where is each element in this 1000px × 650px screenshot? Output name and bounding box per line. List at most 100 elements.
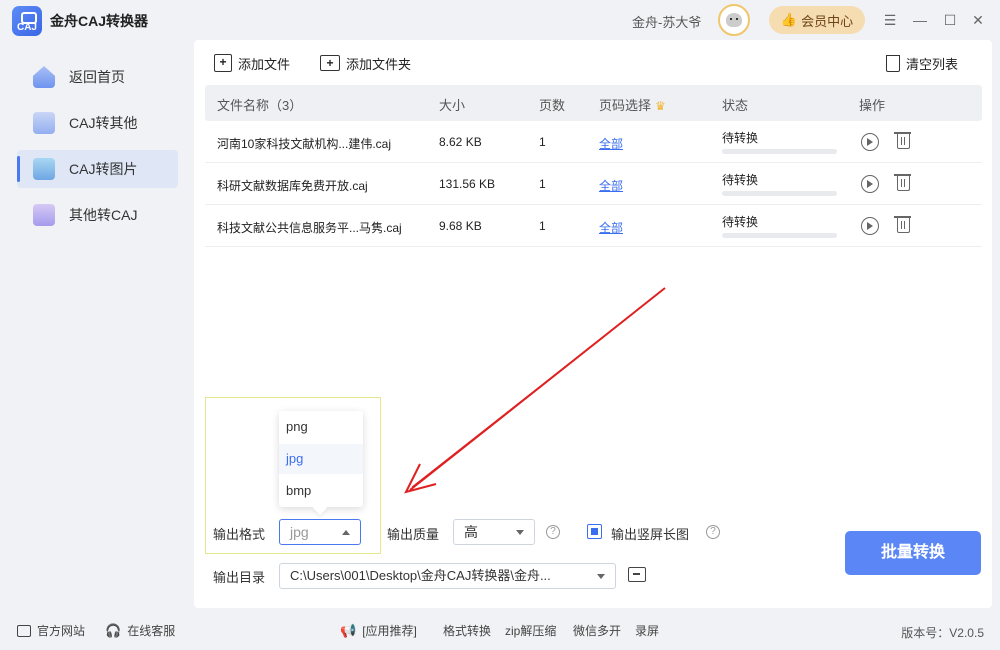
output-quality-value: 高	[464, 524, 478, 540]
long-image-label: 输出竖屏长图	[611, 527, 690, 542]
online-service-label: 在线客服	[127, 624, 176, 638]
footer-link-format[interactable]: 格式转换	[443, 622, 491, 639]
add-folder-label: 添加文件夹	[346, 56, 412, 72]
home-icon	[33, 66, 55, 88]
progress-bar	[722, 191, 837, 196]
sidebar-item-other-to-caj[interactable]: 其他转CAJ	[17, 196, 178, 234]
output-format-label: 输出格式	[213, 527, 266, 542]
caj-convert-icon	[33, 204, 55, 226]
page-select-label: 页码选择	[599, 98, 652, 113]
page-select-link[interactable]: 全部	[599, 135, 623, 152]
page-select-link[interactable]: 全部	[599, 219, 623, 236]
add-folder-button[interactable]: + 添加文件夹	[320, 52, 411, 74]
vip-center-label: 会员中心	[801, 13, 854, 29]
help-icon[interactable]: ?	[706, 525, 720, 539]
output-dir-label: 输出目录	[213, 570, 266, 585]
clear-list-label: 清空列表	[906, 56, 959, 72]
play-icon[interactable]	[861, 133, 879, 151]
username[interactable]: 金舟-苏大爷	[632, 12, 701, 31]
play-icon[interactable]	[861, 217, 879, 235]
minimize-icon[interactable]: —	[912, 12, 928, 28]
output-format-select[interactable]: jpg	[279, 519, 361, 545]
footer-link-zip[interactable]: zip解压缩	[505, 622, 556, 639]
col-pages: 页数	[539, 98, 566, 113]
maximize-icon[interactable]: ☐	[942, 12, 958, 28]
monitor-icon	[17, 624, 31, 637]
play-icon[interactable]	[861, 175, 879, 193]
file-size: 131.56 KB	[439, 177, 496, 191]
table-row: 科技文献公共信息服务平...马隽.caj 9.68 KB 1 全部 待转换	[205, 205, 982, 247]
output-quality-select[interactable]: 高	[453, 519, 535, 545]
file-size: 8.62 KB	[439, 135, 482, 149]
file-name: 科研文献数据库免费开放.caj	[217, 179, 368, 193]
sidebar-item-label: CAJ转图片	[69, 161, 138, 177]
file-size: 9.68 KB	[439, 219, 482, 233]
status-text: 待转换	[722, 215, 759, 229]
col-status: 状态	[722, 98, 749, 113]
online-service-link[interactable]: 🎧 在线客服	[105, 622, 175, 639]
col-actions: 操作	[859, 98, 886, 113]
file-name: 科技文献公共信息服务平...马隽.caj	[217, 221, 402, 235]
sidebar-item-caj-to-other[interactable]: CAJ转其他	[17, 104, 178, 142]
page-select-link[interactable]: 全部	[599, 177, 623, 194]
col-page-select: 页码选择 ♛	[599, 95, 666, 114]
sidebar-item-home[interactable]: 返回首页	[17, 58, 178, 96]
output-quality-label: 输出质量	[387, 527, 440, 542]
delete-icon[interactable]	[894, 132, 911, 149]
long-image-checkbox[interactable]	[587, 524, 602, 539]
crown-icon: ♛	[655, 99, 666, 113]
image-icon	[33, 158, 55, 180]
menu-icon[interactable]: ☰	[882, 12, 898, 28]
col-size: 大小	[439, 98, 466, 113]
delete-icon[interactable]	[894, 216, 911, 233]
add-folder-icon: +	[320, 55, 340, 71]
chevron-up-icon	[342, 530, 350, 535]
clear-list-button[interactable]: 清空列表	[886, 52, 958, 74]
sidebar-item-label: 返回首页	[69, 69, 125, 85]
table-row: 科研文献数据库免费开放.caj 131.56 KB 1 全部 待转换	[205, 163, 982, 205]
output-dir-select[interactable]: C:\Users\001\Desktop\金舟CAJ转换器\金舟...	[279, 563, 616, 589]
batch-convert-button[interactable]: 批量转换	[845, 531, 981, 575]
add-file-button[interactable]: + 添加文件	[214, 52, 290, 74]
page-count: 1	[539, 219, 546, 233]
open-folder-icon[interactable]	[628, 567, 646, 582]
status-text: 待转换	[722, 131, 759, 145]
footer: 官方网站 🎧 在线客服 📢 [应用推荐] 格式转换 zip解压缩 微信多开 录屏…	[0, 612, 1000, 650]
thumbs-up-icon: 👍	[780, 12, 798, 27]
official-site-link[interactable]: 官方网站	[17, 622, 85, 639]
close-icon[interactable]: ✕	[970, 12, 986, 28]
megaphone-icon: 📢	[340, 622, 357, 638]
format-option-jpg[interactable]: jpg	[279, 444, 363, 474]
footer-link-wechat[interactable]: 微信多开	[573, 622, 621, 639]
page-count: 1	[539, 135, 546, 149]
chevron-down-icon	[597, 574, 605, 579]
output-format-value: jpg	[290, 524, 309, 540]
format-dropdown: png jpg bmp	[279, 411, 363, 507]
recommend-area: 📢 [应用推荐]	[340, 622, 417, 639]
sidebar-item-label: 其他转CAJ	[69, 207, 138, 223]
vip-center-button[interactable]: 👍 会员中心	[769, 6, 865, 34]
delete-icon[interactable]	[894, 174, 911, 191]
add-file-label: 添加文件	[238, 56, 291, 72]
format-option-bmp[interactable]: bmp	[279, 476, 363, 506]
version-text: 版本号：V2.0.5	[901, 626, 984, 640]
sidebar-item-caj-to-image[interactable]: CAJ转图片	[17, 150, 178, 188]
trash-icon	[886, 54, 900, 72]
official-site-label: 官方网站	[37, 624, 86, 638]
add-file-icon: +	[214, 54, 232, 72]
col-name: 文件名称（3）	[217, 98, 303, 113]
footer-link-record[interactable]: 录屏	[635, 622, 659, 639]
headset-icon: 🎧	[105, 622, 122, 638]
app-logo: CAJ	[12, 6, 42, 36]
progress-bar	[722, 149, 837, 154]
table-row: 河南10家科技文献机构...建伟.caj 8.62 KB 1 全部 待转换	[205, 121, 982, 163]
file-name: 河南10家科技文献机构...建伟.caj	[217, 137, 392, 151]
help-icon[interactable]: ?	[546, 525, 560, 539]
avatar[interactable]	[718, 4, 750, 36]
table-header: 文件名称（3） 大小 页数 页码选择 ♛ 状态 操作	[205, 85, 982, 121]
format-option-png[interactable]: png	[279, 412, 363, 442]
progress-bar	[722, 233, 837, 238]
app-title: 金舟CAJ转换器	[50, 13, 149, 29]
output-dir-value: C:\Users\001\Desktop\金舟CAJ转换器\金舟...	[290, 568, 551, 583]
status-text: 待转换	[722, 173, 759, 187]
